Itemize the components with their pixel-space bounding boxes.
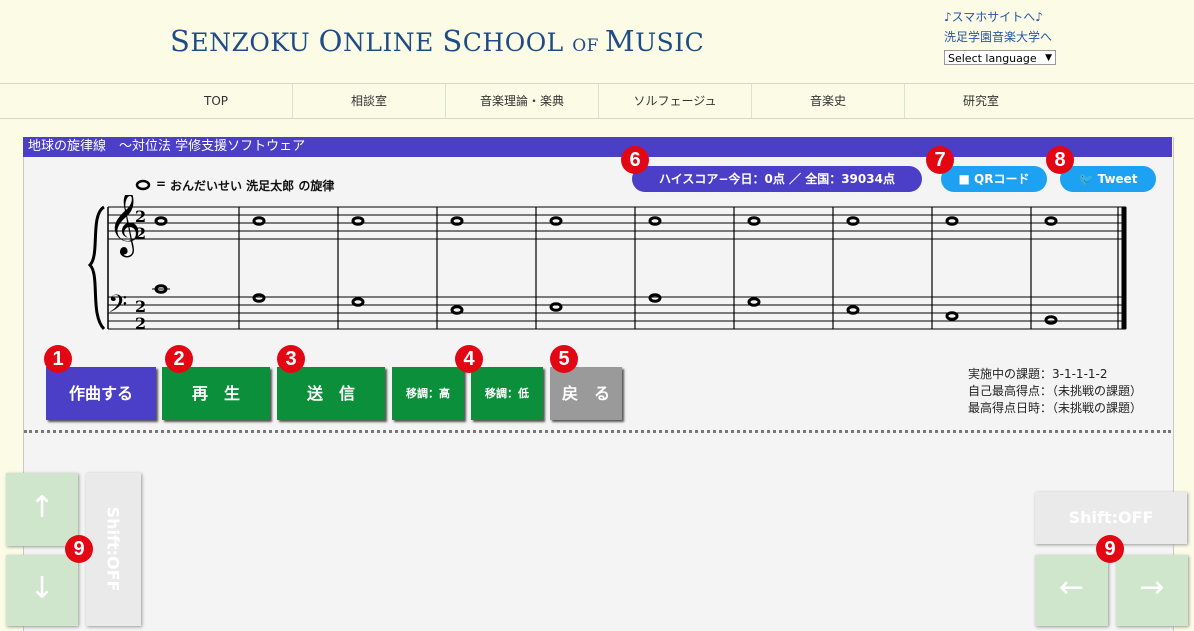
whole-note [1044,315,1058,325]
callout-badge-8: 8 [1046,146,1074,174]
whole-note [351,297,365,307]
qr-square-icon: ■ [958,172,970,186]
whole-note [846,216,860,226]
whole-note [747,216,761,226]
legend-equals: = [156,177,167,191]
whole-note [648,216,662,226]
whole-note [252,293,266,303]
bass-clef-icon: 𝄢 [108,290,127,325]
callout-badge-9-left: 9 [65,535,93,563]
time-sig-bottom: 2 [135,314,146,333]
up-arrow-button[interactable]: ↑ [6,473,78,546]
arrow-down-icon: ↓ [29,571,55,606]
callout-badge-3: 3 [277,345,305,373]
whole-note [648,293,662,303]
site-logo[interactable]: SENZOKU ONLINE SCHOOL OF MUSIC [170,24,704,58]
whole-note [450,305,464,315]
callout-badge-9-right: 9 [1096,535,1124,563]
high-score-display: ハイスコア−今日：0点 ／ 全国：39034点 [632,166,922,192]
callout-badge-6: 6 [621,146,649,174]
transpose-down-button[interactable]: 移調：低 [471,367,543,420]
smartphone-site-link[interactable]: ♪スマホサイトへ♪ [944,8,1043,25]
callout-badge-7: 7 [926,146,954,174]
personal-best-time: 最高得点日時：（未挑戦の課題） [968,401,1143,415]
right-arrow-button[interactable]: → [1116,555,1188,626]
callout-badge-1: 1 [44,345,72,373]
language-select[interactable]: Select language ▼ [944,50,1056,65]
nav-top[interactable]: TOP [140,84,292,118]
university-link[interactable]: 洗足学園音楽大学へ [944,28,1052,45]
nav-music-theory[interactable]: 音楽理論・楽典 [446,84,598,118]
panel-title: 地球の旋律線 ～対位法 学修支援ソフトウェア [23,137,1172,157]
whole-note [549,216,563,226]
dotted-divider [24,430,1171,433]
music-score[interactable]: 𝄞 𝄢 2 2 2 2 [86,195,1136,345]
tweet-button[interactable]: 🐦 Tweet [1060,166,1156,192]
callout-badge-4: 4 [455,345,483,373]
chevron-down-icon: ▼ [1045,53,1052,63]
whole-note [351,216,365,226]
nav-research[interactable]: 研究室 [905,84,1057,118]
whole-note [747,297,761,307]
twitter-bird-icon: 🐦 [1078,172,1094,186]
send-button[interactable]: 送 信 [277,367,385,420]
whole-note [945,216,959,226]
whole-note [252,216,266,226]
whole-note [945,311,959,321]
left-arrow-button[interactable]: ← [1035,555,1108,626]
shift-toggle-left[interactable]: Shift:OFF [86,473,141,626]
main-nav: TOP 相談室 音楽理論・楽典 ソルフェージュ 音楽史 研究室 [0,83,1194,119]
whole-note [1044,216,1058,226]
nav-music-history[interactable]: 音楽史 [752,84,904,118]
back-button[interactable]: 戻 る [550,367,622,420]
whole-note [154,216,168,226]
nav-consultation[interactable]: 相談室 [293,84,445,118]
callout-badge-5: 5 [550,345,578,373]
whole-note-icon [135,179,151,191]
grand-staff-brace [87,205,106,331]
arrow-left-icon: ← [1058,570,1085,605]
down-arrow-button[interactable]: ↓ [6,555,78,626]
qr-code-button[interactable]: ■ QRコード [941,166,1047,192]
time-sig-bottom: 2 [135,224,146,243]
compose-button[interactable]: 作曲する [46,367,156,420]
whole-note [846,305,860,315]
arrow-right-icon: → [1139,570,1165,605]
personal-best-score: 自己最高得点：（未挑戦の課題） [968,384,1143,398]
nav-solfege[interactable]: ソルフェージュ [599,84,751,118]
play-button[interactable]: 再 生 [162,367,270,420]
legend-text: おんだいせい 洗足太郎 の旋律 [170,179,335,193]
whole-note [549,302,563,312]
transpose-up-button[interactable]: 移調：高 [392,367,464,420]
whole-note [450,216,464,226]
callout-badge-2: 2 [165,345,193,373]
arrow-up-icon: ↑ [29,490,55,525]
task-status: 実施中の課題：3-1-1-1-2 自己最高得点：（未挑戦の課題） 最高得点日時：… [968,366,1142,417]
current-task: 実施中の課題：3-1-1-1-2 [968,367,1108,381]
